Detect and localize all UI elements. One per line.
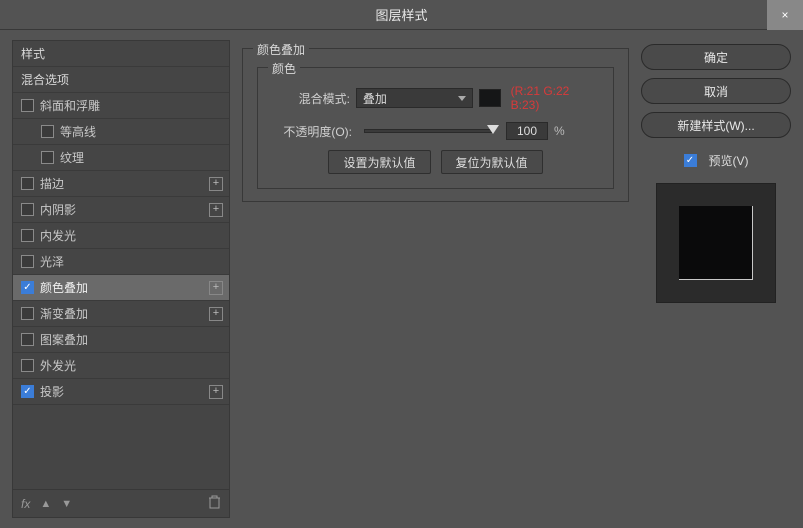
sidebar-item-label: 等高线 <box>60 123 96 140</box>
percent-label: % <box>554 124 565 138</box>
fx-icon[interactable]: fx <box>21 497 30 511</box>
sidebar-item-label: 内发光 <box>40 227 76 244</box>
sidebar-item-6[interactable]: 光泽 <box>13 249 229 275</box>
sidebar-item-label: 颜色叠加 <box>40 279 88 296</box>
sidebar-item-3[interactable]: 描边 + <box>13 171 229 197</box>
sidebar-item-2[interactable]: 纹理 <box>13 145 229 171</box>
group-label: 颜色叠加 <box>253 41 309 58</box>
preview-box <box>656 183 776 303</box>
checkbox[interactable] <box>21 385 34 398</box>
cancel-button[interactable]: 取消 <box>641 78 791 104</box>
sidebar-item-7[interactable]: 颜色叠加 + <box>13 275 229 301</box>
main-area: 样式 混合选项 斜面和浮雕等高线纹理描边+内阴影+内发光光泽颜色叠加+渐变叠加+… <box>0 30 803 528</box>
ok-button[interactable]: 确定 <box>641 44 791 70</box>
opacity-label: 不透明度(O): <box>272 123 352 140</box>
plus-icon[interactable]: + <box>209 307 223 321</box>
sidebar-item-label: 斜面和浮雕 <box>40 97 100 114</box>
checkbox[interactable] <box>21 307 34 320</box>
sidebar-item-label: 外发光 <box>40 357 76 374</box>
checkbox[interactable] <box>21 281 34 294</box>
checkbox[interactable] <box>21 177 34 190</box>
settings-panel: 颜色叠加 颜色 混合模式: 叠加 (R:21 G:22 B:23) 不透明度(O… <box>242 40 629 518</box>
blend-mode-row: 混合模式: 叠加 (R:21 G:22 B:23) <box>272 84 599 112</box>
sidebar-footer: fx ▲ ▼ <box>13 489 229 517</box>
slider-thumb-icon[interactable] <box>487 125 499 134</box>
opacity-slider[interactable] <box>364 129 494 133</box>
arrow-up-icon[interactable]: ▲ <box>40 498 51 510</box>
new-style-button[interactable]: 新建样式(W)... <box>641 112 791 138</box>
arrow-down-icon[interactable]: ▼ <box>61 498 72 510</box>
plus-icon[interactable]: + <box>209 177 223 191</box>
blend-mode-label: 混合模式: <box>272 90 350 107</box>
defaults-row: 设置为默认值 复位为默认值 <box>272 150 599 174</box>
checkbox[interactable] <box>21 99 34 112</box>
preview-checkbox[interactable] <box>684 154 697 167</box>
color-annotation: (R:21 G:22 B:23) <box>511 84 599 112</box>
checkbox[interactable] <box>21 229 34 242</box>
plus-icon[interactable]: + <box>209 385 223 399</box>
color-swatch[interactable] <box>479 89 500 107</box>
dialog-title: 图层样式 <box>375 5 427 24</box>
sidebar-header-label: 样式 <box>21 45 45 62</box>
sidebar-item-11[interactable]: 投影 + <box>13 379 229 405</box>
sidebar-item-label: 描边 <box>40 175 64 192</box>
checkbox[interactable] <box>41 151 54 164</box>
right-buttons: 确定 取消 新建样式(W)... 预览(V) <box>641 40 791 518</box>
sidebar-item-9[interactable]: 图案叠加 <box>13 327 229 353</box>
styles-sidebar: 样式 混合选项 斜面和浮雕等高线纹理描边 + 内阴影 + 内发光光泽颜色叠加 + 渐变叠加 +… <box>12 40 230 518</box>
opacity-row: 不透明度(O): % <box>272 122 599 140</box>
checkbox[interactable] <box>21 203 34 216</box>
checkbox[interactable] <box>21 255 34 268</box>
preview-thumbnail <box>679 206 753 280</box>
inner-group-label: 颜色 <box>268 60 300 77</box>
sidebar-blending-options[interactable]: 混合选项 <box>13 67 229 93</box>
blend-mode-value: 叠加 <box>363 90 387 107</box>
sidebar-item-0[interactable]: 斜面和浮雕 <box>13 93 229 119</box>
close-icon: × <box>781 8 788 22</box>
sidebar-item-label: 内阴影 <box>40 201 76 218</box>
sidebar-item-8[interactable]: 渐变叠加 + <box>13 301 229 327</box>
sidebar-item-1[interactable]: 等高线 <box>13 119 229 145</box>
sidebar-item-label: 图案叠加 <box>40 331 88 348</box>
checkbox[interactable] <box>21 359 34 372</box>
sidebar-item-label: 渐变叠加 <box>40 305 88 322</box>
color-inner-group: 颜色 混合模式: 叠加 (R:21 G:22 B:23) 不透明度(O): % <box>257 67 614 189</box>
color-overlay-group: 颜色叠加 颜色 混合模式: 叠加 (R:21 G:22 B:23) 不透明度(O… <box>242 48 629 202</box>
sidebar-item-label: 投影 <box>40 383 64 400</box>
preview-toggle[interactable]: 预览(V) <box>641 152 791 169</box>
opacity-input[interactable] <box>506 122 548 140</box>
plus-icon[interactable]: + <box>209 281 223 295</box>
sidebar-item-10[interactable]: 外发光 <box>13 353 229 379</box>
reset-default-button[interactable]: 复位为默认值 <box>441 150 543 174</box>
preview-label: 预览(V) <box>709 152 749 169</box>
titlebar: 图层样式 × <box>0 0 803 30</box>
sidebar-item-5[interactable]: 内发光 <box>13 223 229 249</box>
sidebar-item-label: 光泽 <box>40 253 64 270</box>
trash-icon[interactable] <box>208 495 221 512</box>
close-button[interactable]: × <box>767 0 803 30</box>
set-default-button[interactable]: 设置为默认值 <box>328 150 430 174</box>
sidebar-blending-label: 混合选项 <box>21 71 69 88</box>
sidebar-item-label: 纹理 <box>60 149 84 166</box>
checkbox[interactable] <box>41 125 54 138</box>
sidebar-header[interactable]: 样式 <box>13 41 229 67</box>
checkbox[interactable] <box>21 333 34 346</box>
plus-icon[interactable]: + <box>209 203 223 217</box>
blend-mode-dropdown[interactable]: 叠加 <box>356 88 473 108</box>
sidebar-item-4[interactable]: 内阴影 + <box>13 197 229 223</box>
